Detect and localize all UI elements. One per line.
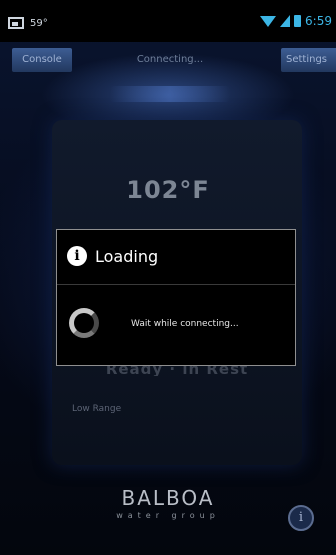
settings-button[interactable]: Settings	[281, 48, 336, 72]
header-glow	[110, 86, 230, 102]
wifi-icon	[260, 15, 277, 27]
dialog-message: Wait while connecting...	[131, 319, 239, 329]
temperature-display: 102°F	[126, 176, 210, 204]
loading-dialog: i Loading Wait while connecting...	[56, 229, 296, 366]
status-right: 6:59	[260, 14, 332, 28]
brand-name: BALBOA	[121, 486, 215, 510]
dialog-divider	[57, 284, 295, 285]
battery-icon	[294, 15, 302, 27]
console-button[interactable]: Console	[12, 48, 72, 72]
status-temperature: 59°	[30, 17, 48, 29]
connection-status-title: Connecting...	[136, 54, 204, 65]
dialog-title-row: i Loading	[67, 246, 158, 266]
info-button[interactable]: i	[288, 505, 314, 531]
top-action-bar: Console Connecting... Settings	[0, 48, 336, 72]
brand-tagline: water group	[116, 511, 220, 520]
status-left: 59°	[8, 17, 48, 29]
info-icon: i	[67, 246, 87, 266]
dialog-title: Loading	[95, 246, 159, 266]
spinner-icon	[69, 308, 99, 338]
status-time: 6:59	[305, 14, 332, 28]
range-label[interactable]: Low Range	[72, 404, 121, 414]
status-bar: 59° 6:59	[0, 0, 336, 42]
signal-icon	[280, 15, 291, 27]
brand-logo: BALBOA water group	[0, 486, 336, 520]
image-notification-icon	[8, 17, 24, 29]
